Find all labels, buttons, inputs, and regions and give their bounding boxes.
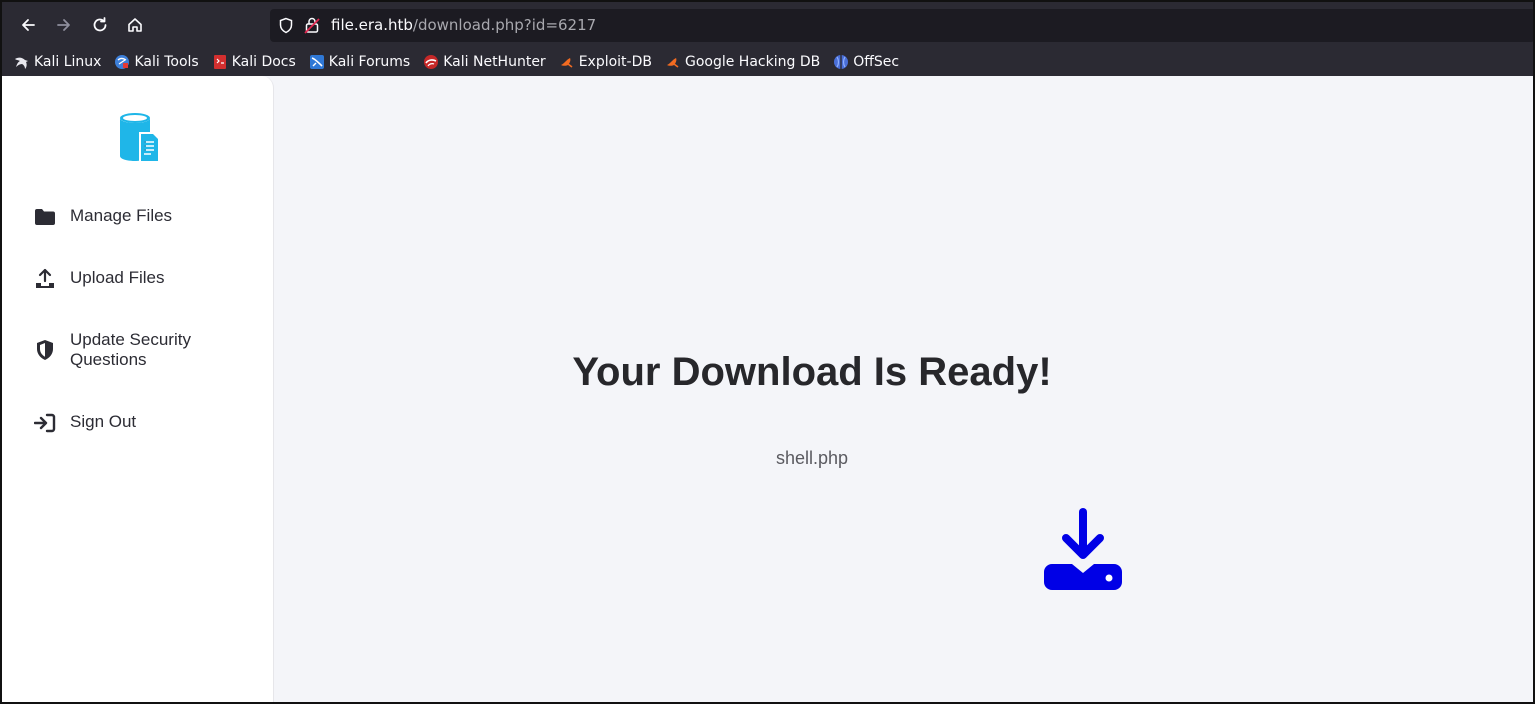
folder-icon bbox=[34, 206, 56, 228]
main-content: Your Download Is Ready! shell.php bbox=[274, 76, 1533, 702]
bookmark-kali-linux[interactable]: Kali Linux bbox=[14, 54, 101, 70]
exploit-db-icon bbox=[560, 58, 573, 68]
kali-tools-icon bbox=[115, 55, 130, 69]
bookmark-google-hacking-db[interactable]: Google Hacking DB bbox=[665, 54, 820, 70]
bookmark-kali-docs[interactable]: Kali Docs bbox=[212, 54, 296, 70]
kali-dragon-icon bbox=[15, 57, 28, 69]
home-icon bbox=[128, 18, 142, 32]
bookmarks-bar: Kali Linux Kali Tools Kali Docs Kali For… bbox=[2, 48, 1533, 76]
offsec-icon bbox=[834, 55, 849, 69]
reload-button[interactable] bbox=[86, 11, 114, 39]
url-text[interactable]: file.era.htb/download.php?id=6217 bbox=[331, 16, 596, 34]
menu-item-label: Sign Out bbox=[70, 412, 137, 431]
tracking-shield-icon[interactable] bbox=[278, 17, 294, 34]
menu-item-upload-files[interactable]: Upload Files bbox=[34, 268, 230, 290]
bookmark-kali-tools[interactable]: Kali Tools bbox=[114, 54, 199, 70]
nethunter-icon bbox=[424, 55, 439, 69]
upload-icon bbox=[34, 268, 56, 290]
bookmark-offsec[interactable]: OffSec bbox=[833, 54, 899, 70]
kali-docs-icon bbox=[213, 55, 226, 69]
kali-forums-icon bbox=[309, 55, 324, 69]
menu-item-label: Upload Files bbox=[70, 268, 165, 287]
bookmark-kali-nethunter[interactable]: Kali NetHunter bbox=[423, 54, 546, 70]
file-database-icon[interactable] bbox=[117, 112, 163, 164]
menu-item-manage-files[interactable]: Manage Files bbox=[34, 206, 230, 228]
browser-window: file.era.htb/download.php?id=6217 Kali L… bbox=[0, 0, 1535, 704]
home-button[interactable] bbox=[121, 11, 149, 39]
back-arrow-icon bbox=[22, 19, 35, 31]
menu-item-sign-out[interactable]: Sign Out bbox=[34, 412, 230, 434]
back-button[interactable] bbox=[14, 11, 42, 39]
page-content: Manage Files Upload Files Update Securit… bbox=[2, 76, 1533, 702]
bookmark-exploit-db[interactable]: Exploit-DB bbox=[559, 54, 652, 70]
forward-arrow-icon bbox=[57, 19, 70, 31]
reload-icon bbox=[93, 17, 107, 32]
insecure-lock-icon[interactable] bbox=[304, 16, 320, 34]
forward-button[interactable] bbox=[50, 11, 78, 39]
url-host: file.era.htb bbox=[331, 16, 413, 34]
menu-item-label: Manage Files bbox=[70, 206, 173, 225]
sign-out-icon bbox=[34, 412, 56, 434]
file-name: shell.php bbox=[775, 448, 849, 468]
download-drive-icon[interactable] bbox=[1042, 508, 1124, 592]
page-title: Your Download Is Ready! bbox=[572, 350, 1052, 394]
url-path: /download.php?id=6217 bbox=[412, 16, 597, 34]
bookmark-kali-forums[interactable]: Kali Forums bbox=[309, 54, 410, 70]
browser-toolbar: file.era.htb/download.php?id=6217 bbox=[2, 2, 1533, 48]
address-bar[interactable]: file.era.htb/download.php?id=6217 bbox=[270, 9, 1533, 42]
ghdb-icon bbox=[666, 58, 679, 68]
